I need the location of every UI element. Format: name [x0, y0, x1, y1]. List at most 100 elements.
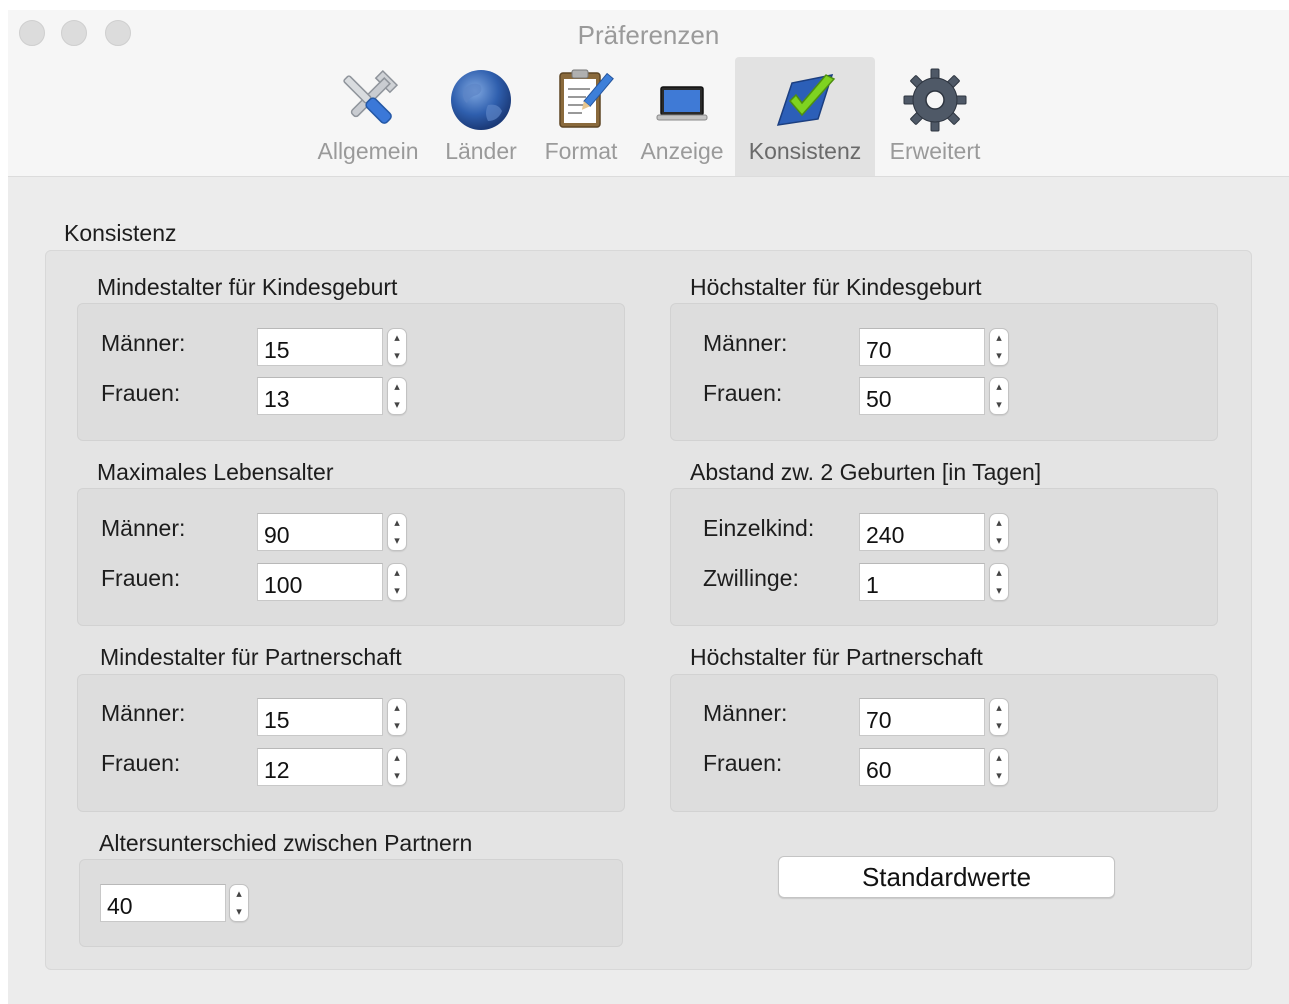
max-partner-women-stepper[interactable]: ▴ ▾	[989, 748, 1009, 786]
tab-label: Erweitert	[889, 138, 981, 164]
stepper-down-icon[interactable]: ▾	[990, 396, 1008, 414]
stepper-down-icon[interactable]: ▾	[990, 532, 1008, 550]
group-title-max-partner: Höchstalter für Partnerschaft	[690, 644, 983, 670]
label-min-partner-men: Männer:	[101, 700, 186, 726]
tools-icon	[343, 69, 399, 124]
age-diff-input[interactable]	[100, 884, 226, 922]
globe-icon	[451, 70, 511, 130]
group-title-min-partner: Mindestalter für Partnerschaft	[100, 644, 402, 670]
label-max-partner-men: Männer:	[703, 700, 788, 726]
stepper-down-icon[interactable]: ▾	[388, 582, 406, 600]
tab-anzeige[interactable]: Anzeige	[634, 57, 730, 176]
stepper-down-icon[interactable]: ▾	[230, 903, 248, 921]
group-birth-gap	[670, 488, 1218, 626]
stepper-up-icon[interactable]: ▴	[388, 749, 406, 767]
section-title: Konsistenz	[64, 220, 177, 246]
preferences-window: Präferenzen Allgemein Länder Format Anze…	[8, 10, 1289, 1004]
tab-allgemein[interactable]: Allgemein	[310, 57, 426, 176]
min-partner-men-stepper[interactable]: ▴ ▾	[387, 698, 407, 736]
min-partner-women-stepper[interactable]: ▴ ▾	[387, 748, 407, 786]
label-max-birth-men: Männer:	[703, 330, 788, 356]
tab-label: Allgemein	[317, 138, 419, 164]
stepper-up-icon[interactable]: ▴	[990, 378, 1008, 396]
titlebar: Präferenzen Allgemein Länder Format Anze…	[8, 10, 1289, 177]
label-birth-gap-twins: Zwillinge:	[703, 565, 799, 591]
tab-label: Anzeige	[640, 138, 724, 164]
min-partner-women-input[interactable]	[257, 748, 383, 786]
group-min-birth	[77, 303, 625, 441]
age-diff-stepper[interactable]: ▴ ▾	[229, 884, 249, 922]
tab-format[interactable]: Format	[535, 57, 627, 176]
tab-label: Format	[544, 138, 618, 164]
max-life-women-input[interactable]	[257, 563, 383, 601]
stepper-up-icon[interactable]: ▴	[990, 514, 1008, 532]
label-min-birth-women: Frauen:	[101, 380, 181, 406]
stepper-down-icon[interactable]: ▾	[388, 717, 406, 735]
min-birth-women-input[interactable]	[257, 377, 383, 415]
laptop-icon	[656, 86, 708, 121]
max-life-men-input[interactable]	[257, 513, 383, 551]
tab-label: Länder	[445, 138, 517, 164]
label-max-partner-women: Frauen:	[703, 750, 783, 776]
max-partner-men-input[interactable]	[859, 698, 985, 736]
checkmark-icon	[776, 74, 836, 126]
tab-laender[interactable]: Länder	[438, 57, 524, 176]
tab-erweitert[interactable]: Erweitert	[880, 57, 990, 176]
min-birth-women-stepper[interactable]: ▴ ▾	[387, 377, 407, 415]
label-birth-gap-single: Einzelkind:	[703, 515, 815, 541]
group-max-partner	[670, 674, 1218, 812]
stepper-up-icon[interactable]: ▴	[388, 564, 406, 582]
max-birth-women-stepper[interactable]: ▴ ▾	[989, 377, 1009, 415]
preferences-toolbar: Allgemein Länder Format Anzeige Konsiste…	[8, 57, 1289, 176]
group-min-partner	[77, 674, 625, 812]
stepper-up-icon[interactable]: ▴	[388, 378, 406, 396]
tab-label: Konsistenz	[748, 138, 862, 164]
max-birth-men-input[interactable]	[859, 328, 985, 366]
label-max-birth-women: Frauen:	[703, 380, 783, 406]
max-partner-women-input[interactable]	[859, 748, 985, 786]
min-partner-men-input[interactable]	[257, 698, 383, 736]
birth-gap-single-input[interactable]	[859, 513, 985, 551]
stepper-up-icon[interactable]: ▴	[990, 564, 1008, 582]
stepper-up-icon[interactable]: ▴	[230, 885, 248, 903]
stepper-down-icon[interactable]: ▾	[388, 347, 406, 365]
label-min-partner-women: Frauen:	[101, 750, 181, 776]
max-life-men-stepper[interactable]: ▴ ▾	[387, 513, 407, 551]
stepper-down-icon[interactable]: ▾	[388, 396, 406, 414]
stepper-up-icon[interactable]: ▴	[990, 699, 1008, 717]
birth-gap-twins-input[interactable]	[859, 563, 985, 601]
label-max-life-men: Männer:	[101, 515, 186, 541]
stepper-down-icon[interactable]: ▾	[388, 532, 406, 550]
stepper-down-icon[interactable]: ▾	[990, 582, 1008, 600]
birth-gap-single-stepper[interactable]: ▴ ▾	[989, 513, 1009, 551]
max-birth-men-stepper[interactable]: ▴ ▾	[989, 328, 1009, 366]
stepper-up-icon[interactable]: ▴	[388, 514, 406, 532]
birth-gap-twins-stepper[interactable]: ▴ ▾	[989, 563, 1009, 601]
group-title-max-birth: Höchstalter für Kindesgeburt	[690, 274, 982, 300]
stepper-up-icon[interactable]: ▴	[990, 749, 1008, 767]
stepper-down-icon[interactable]: ▾	[388, 767, 406, 785]
window-title: Präferenzen	[577, 20, 720, 50]
min-birth-men-stepper[interactable]: ▴ ▾	[387, 328, 407, 366]
stepper-down-icon[interactable]: ▾	[990, 717, 1008, 735]
stepper-down-icon[interactable]: ▾	[990, 767, 1008, 785]
group-title-min-birth: Mindestalter für Kindesgeburt	[97, 274, 398, 300]
stepper-down-icon[interactable]: ▾	[990, 347, 1008, 365]
stepper-up-icon[interactable]: ▴	[388, 329, 406, 347]
stepper-up-icon[interactable]: ▴	[990, 329, 1008, 347]
defaults-button[interactable]: Standardwerte	[778, 856, 1115, 898]
clipboard-pencil-icon	[559, 69, 614, 128]
group-title-age-diff: Altersunterschied zwischen Partnern	[99, 830, 473, 856]
max-life-women-stepper[interactable]: ▴ ▾	[387, 563, 407, 601]
max-partner-men-stepper[interactable]: ▴ ▾	[989, 698, 1009, 736]
group-title-max-life: Maximales Lebensalter	[97, 459, 334, 485]
group-title-birth-gap: Abstand zw. 2 Geburten [in Tagen]	[690, 459, 1042, 485]
label-max-life-women: Frauen:	[101, 565, 181, 591]
max-birth-women-input[interactable]	[859, 377, 985, 415]
tab-konsistenz[interactable]: Konsistenz	[735, 57, 875, 176]
group-max-life	[77, 488, 625, 626]
gear-icon	[903, 68, 967, 132]
min-birth-men-input[interactable]	[257, 328, 383, 366]
stepper-up-icon[interactable]: ▴	[388, 699, 406, 717]
label-min-birth-men: Männer:	[101, 330, 186, 356]
